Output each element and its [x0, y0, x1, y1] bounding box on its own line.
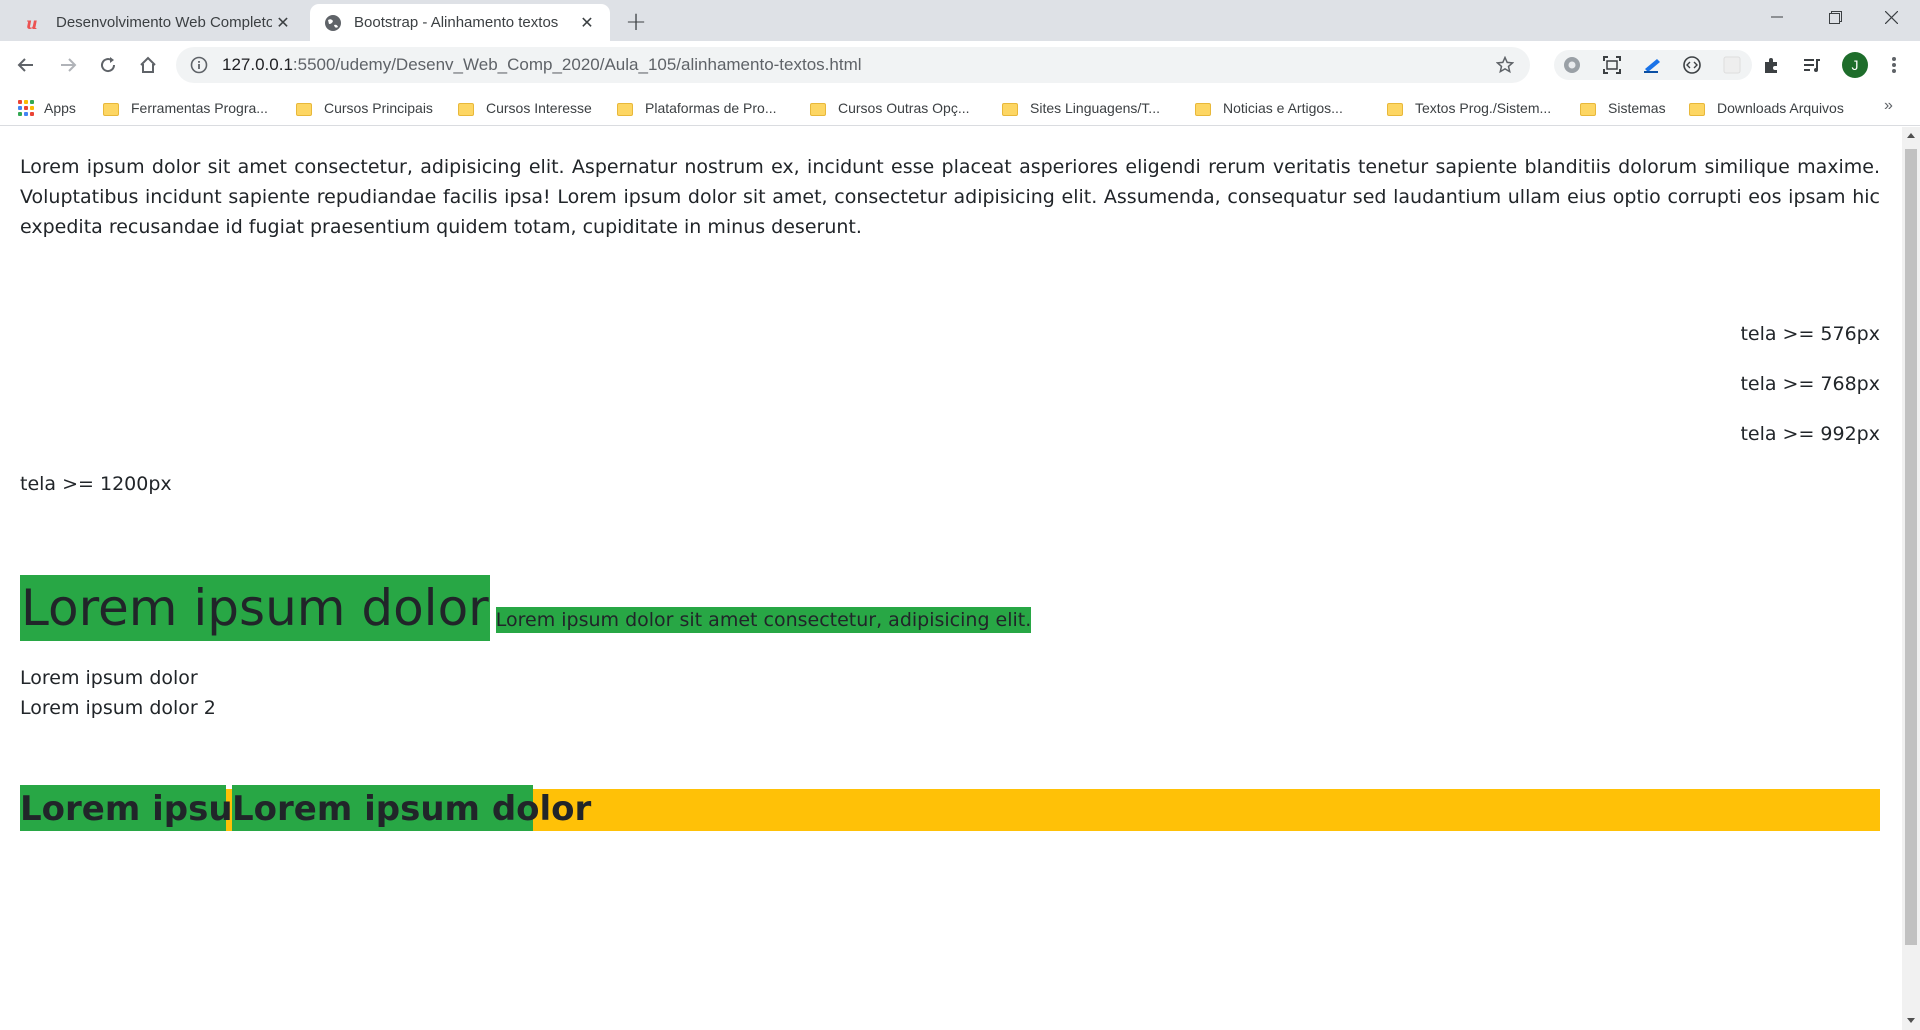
line-2: Lorem ipsum dolor 2	[20, 697, 216, 719]
scrollbar-thumb[interactable]	[1905, 149, 1917, 945]
folder-icon	[617, 102, 633, 116]
extension-code-icon[interactable]	[1680, 53, 1704, 77]
vertical-scrollbar[interactable]	[1902, 127, 1920, 1030]
bookmark-label: Downloads Arquivos	[1717, 100, 1844, 116]
bookmark-folder[interactable]: Textos Prog./Sistem...	[1387, 97, 1551, 119]
browser-toolbar: 127.0.0.1:5500/udemy/Desenv_Web_Comp_202…	[0, 41, 1920, 88]
tela-576-text: tela >= 576px	[1740, 323, 1880, 345]
lorem-paragraph: Lorem ipsum dolor sit amet consectetur, …	[20, 156, 1880, 238]
menu-kebab-icon[interactable]	[1882, 53, 1906, 77]
globe-icon	[322, 12, 344, 34]
bookmark-folder[interactable]: Sistemas	[1580, 97, 1666, 119]
profile-avatar[interactable]: J	[1842, 52, 1868, 78]
restore-button[interactable]	[1806, 0, 1864, 34]
new-tab-button[interactable]: +	[622, 7, 650, 37]
folder-icon	[458, 102, 474, 116]
flex-bar-row: Lorem ipsum Lorem ipsum dolor	[20, 785, 1880, 831]
folder-icon	[1002, 102, 1018, 116]
url-path: :5500/udemy/Desenv_Web_Comp_2020/Aula_10…	[292, 55, 862, 74]
bookmark-label: Noticias e Artigos...	[1223, 100, 1343, 116]
bookmark-label: Ferramentas Progra...	[131, 100, 268, 116]
line-1: Lorem ipsum dolor	[20, 667, 198, 689]
bookmark-folder[interactable]: Sites Linguagens/T...	[1002, 97, 1160, 119]
tab-title: Desenvolvimento Web Completo	[56, 14, 272, 31]
folder-icon	[1195, 102, 1211, 116]
scroll-up-arrow-icon[interactable]	[1907, 133, 1915, 138]
close-tab-icon[interactable]: ✕	[576, 12, 598, 34]
bookmark-label: Textos Prog./Sistem...	[1415, 100, 1552, 116]
bookmark-folder[interactable]: Plataformas de Pro...	[617, 97, 777, 119]
folder-icon	[296, 102, 312, 116]
bookmark-folder[interactable]: Noticias e Artigos...	[1195, 97, 1343, 119]
forward-button[interactable]	[52, 49, 84, 81]
url-text: 127.0.0.1:5500/udemy/Desenv_Web_Comp_202…	[222, 55, 862, 75]
tab-bootstrap-alinhamento[interactable]: Bootstrap - Alinhamento textos ✕	[310, 4, 610, 41]
bookmark-folder[interactable]: Cursos Interesse	[458, 97, 592, 119]
svg-text:u: u	[26, 15, 38, 31]
heading-row: Lorem ipsum dolor Lorem ipsum dolor sit …	[20, 575, 1032, 641]
folder-icon	[1387, 102, 1403, 116]
tab-desenvolvimento-web[interactable]: u Desenvolvimento Web Completo ✕	[12, 4, 306, 41]
extension-gear-icon[interactable]	[1560, 53, 1584, 77]
close-tab-icon[interactable]: ✕	[272, 12, 294, 34]
bookmark-apps[interactable]: Apps	[18, 97, 76, 119]
bookmark-star-icon[interactable]	[1494, 54, 1516, 76]
big-heading: Lorem ipsum dolor	[20, 575, 490, 641]
back-button[interactable]	[10, 49, 42, 81]
url-host: 127.0.0.1	[222, 55, 293, 74]
tab-title: Bootstrap - Alinhamento textos	[354, 14, 559, 31]
close-window-button[interactable]	[1862, 0, 1920, 34]
reload-button[interactable]	[92, 49, 124, 81]
bookmark-folder[interactable]: Downloads Arquivos	[1689, 97, 1844, 119]
media-control-icon[interactable]	[1800, 53, 1824, 77]
address-bar[interactable]: 127.0.0.1:5500/udemy/Desenv_Web_Comp_202…	[176, 47, 1530, 83]
minimize-button[interactable]	[1748, 0, 1806, 34]
green-box-1: Lorem ipsum	[20, 785, 268, 831]
folder-icon	[1580, 102, 1596, 116]
home-button[interactable]	[132, 49, 164, 81]
page-viewport: Lorem ipsum dolor sit amet consectetur, …	[0, 127, 1902, 1030]
bookmarks-bar: Apps Ferramentas Progra... Cursos Princi…	[0, 88, 1920, 126]
bookmark-folder[interactable]: Ferramentas Progra...	[103, 97, 268, 119]
tela-1200-text: tela >= 1200px	[20, 473, 172, 495]
bookmark-label: Cursos Outras Opç...	[838, 100, 970, 116]
tela-992-text: tela >= 992px	[1740, 423, 1880, 445]
site-info-icon[interactable]	[188, 54, 210, 76]
extension-blue-icon[interactable]	[1640, 53, 1664, 77]
udemy-logo-icon: u	[24, 12, 46, 34]
scroll-down-arrow-icon[interactable]	[1907, 1018, 1915, 1023]
bookmark-label: Sistemas	[1608, 100, 1666, 116]
tela-768-text: tela >= 768px	[1740, 373, 1880, 395]
tab-strip: u Desenvolvimento Web Completo ✕ Bootstr…	[0, 0, 1920, 41]
bookmark-label: Plataformas de Pro...	[645, 100, 777, 116]
folder-icon	[810, 102, 826, 116]
bookmark-label: Cursos Interesse	[486, 100, 592, 116]
folder-icon	[1689, 102, 1705, 116]
extensions-puzzle-icon[interactable]	[1760, 53, 1784, 77]
apps-grid-icon	[18, 100, 34, 116]
bookmark-folder[interactable]: Cursos Outras Opç...	[810, 97, 969, 119]
green-box-2: Lorem ipsum dolor	[232, 785, 591, 831]
folder-icon	[103, 102, 119, 116]
more-bookmarks-button[interactable]: »	[1884, 97, 1893, 115]
text-lines: Lorem ipsum dolor Lorem ipsum dolor 2	[20, 663, 1880, 723]
extension-screenshot-icon[interactable]	[1600, 53, 1624, 77]
small-heading: Lorem ipsum dolor sit amet consectetur, …	[495, 607, 1032, 633]
bookmark-label: Apps	[44, 100, 76, 116]
bookmark-label: Cursos Principais	[324, 100, 433, 116]
bookmark-folder[interactable]: Cursos Principais	[296, 97, 433, 119]
extension-placeholder-icon[interactable]	[1720, 53, 1744, 77]
bookmark-label: Sites Linguagens/T...	[1030, 100, 1160, 116]
